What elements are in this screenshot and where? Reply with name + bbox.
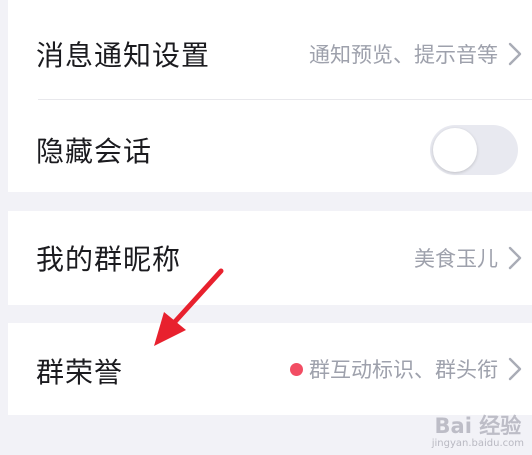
row-label: 群荣誉 (36, 356, 124, 389)
row-detail: 群互动标识、群头衔 (309, 358, 498, 382)
row-detail-wrap: 群互动标识、群头衔 (290, 354, 498, 384)
watermark-logo-text: Bai 经验 (434, 414, 522, 438)
left-edge (0, 0, 8, 455)
red-dot-badge (290, 362, 303, 376)
settings-row-group-honor[interactable]: 群荣誉 群互动标识、群头衔 (8, 323, 532, 415)
chevron-right-icon (508, 42, 522, 66)
row-label: 我的群昵称 (36, 243, 182, 276)
settings-row-nickname[interactable]: 我的群昵称 美食玉儿 (8, 211, 532, 305)
settings-row-hide-chat: 隐藏会话 (8, 100, 532, 192)
row-label: 隐藏会话 (36, 135, 153, 168)
chevron-right-icon (508, 246, 522, 270)
toggle-knob (433, 128, 477, 172)
settings-row-notifications[interactable]: 消息通知设置 通知预览、提示音等 (8, 0, 532, 100)
row-detail: 通知预览、提示音等 (309, 43, 498, 67)
row-label: 消息通知设置 (36, 39, 211, 72)
watermark-url: jingyan.baidu.com (431, 438, 524, 449)
chevron-right-icon (508, 357, 522, 381)
row-detail: 美食玉儿 (414, 247, 498, 271)
watermark: Bai 经验 jingyan.baidu.com (432, 410, 524, 449)
hide-chat-toggle[interactable] (430, 125, 518, 175)
